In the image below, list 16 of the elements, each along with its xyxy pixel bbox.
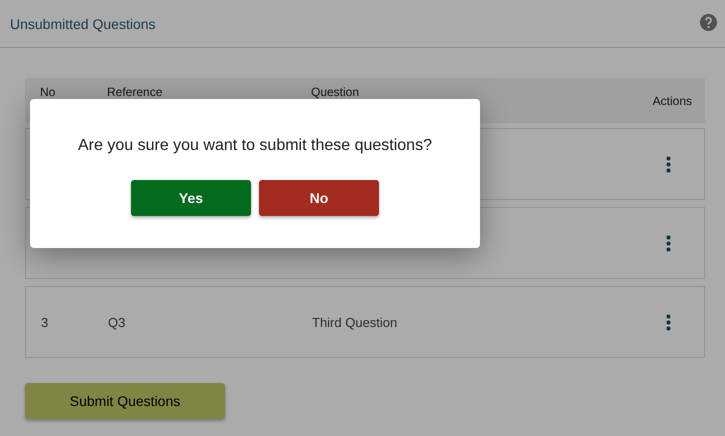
column-header: Question [310,84,360,99]
page-title: Unsubmitted Questions [10,16,156,32]
more-options-icon[interactable] [666,156,671,172]
column-header: Actions [652,94,693,108]
table-cell-text: Third Question [311,314,398,330]
confirm-button[interactable]: Yes [131,180,251,216]
column-header: No [39,84,56,99]
more-options-icon[interactable] [666,314,671,330]
cancel-button[interactable]: No [259,180,379,216]
table-cell-text: Q3 [107,314,126,330]
submit-questions-button[interactable]: Submit Questions [25,383,225,419]
help-icon[interactable] [700,14,717,30]
table-cell-text: 3 [40,314,50,330]
column-header: Reference [106,84,164,99]
more-options-icon[interactable] [666,234,671,252]
dialog-message: Are you sure you want to submit these questions? [78,137,432,155]
